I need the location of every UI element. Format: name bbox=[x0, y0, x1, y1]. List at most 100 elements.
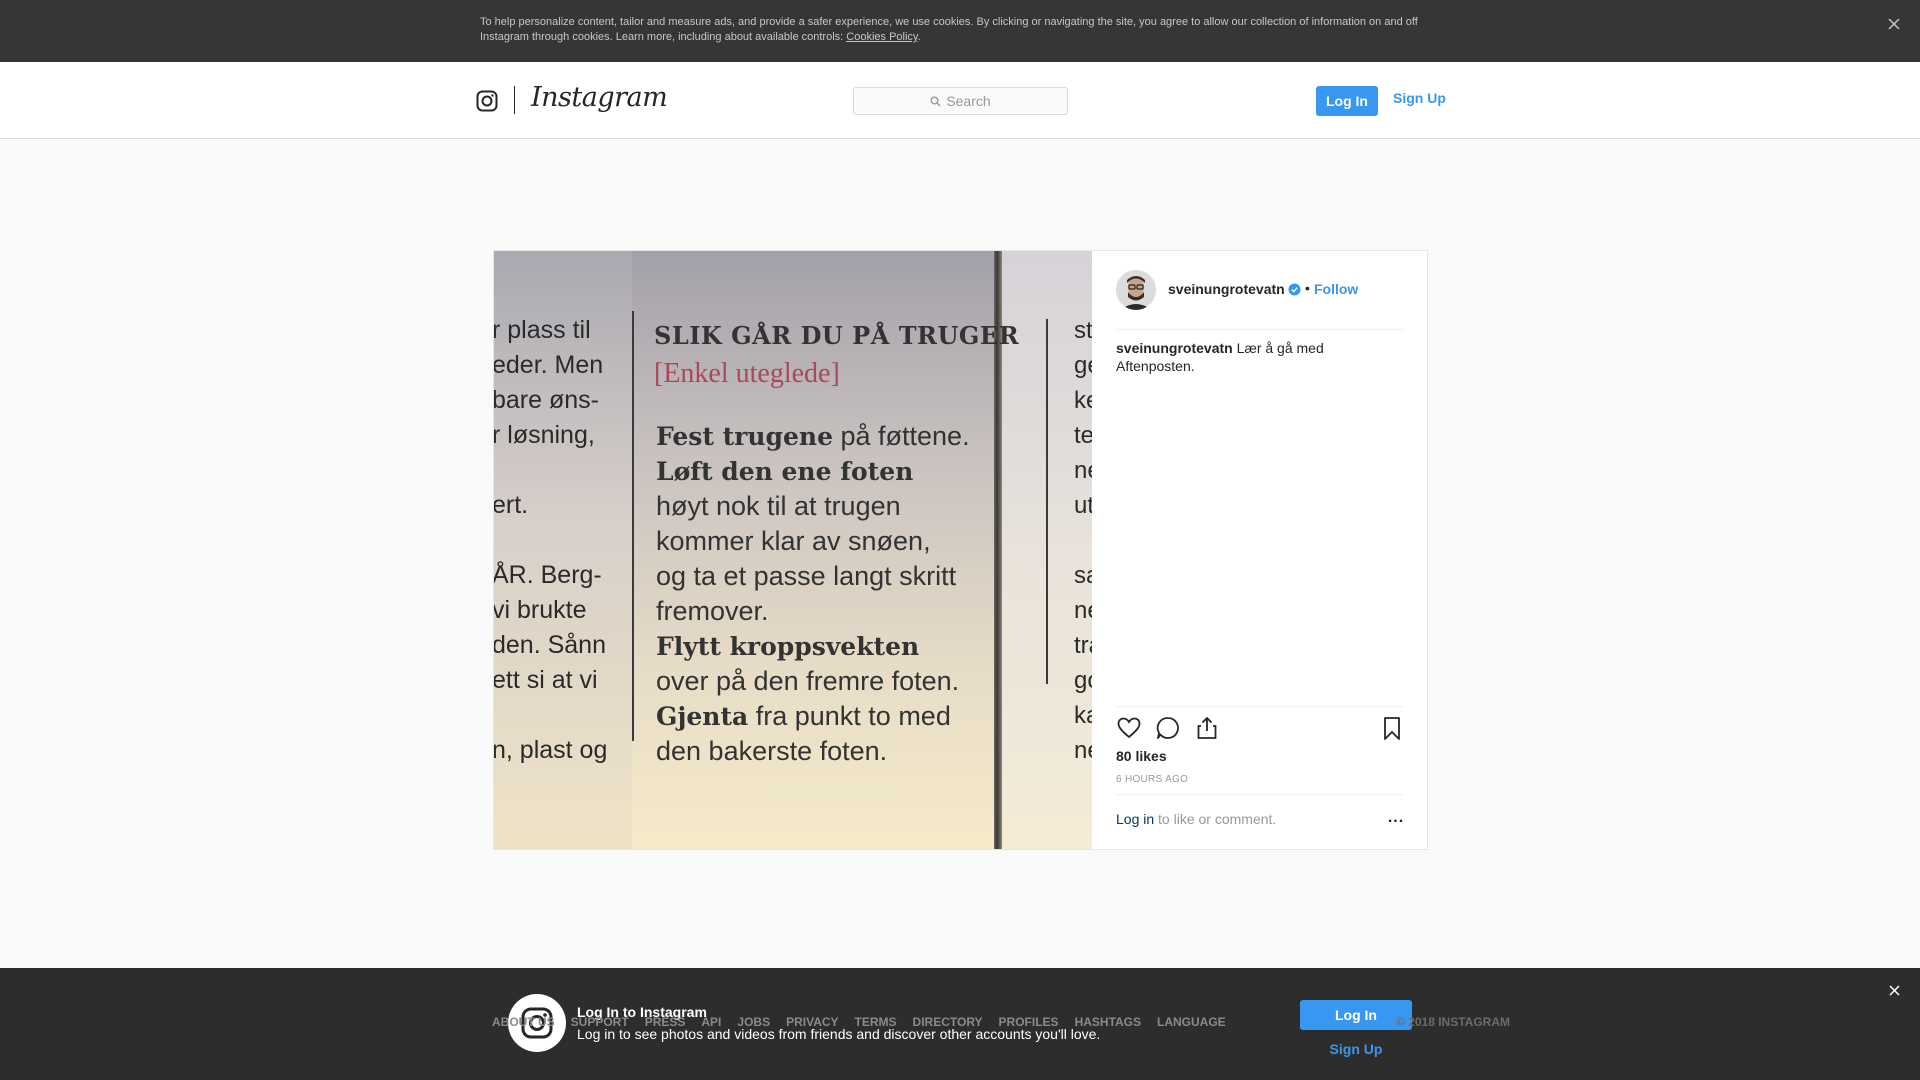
photo-left-line: den. Sånn bbox=[494, 631, 606, 659]
separator-dot: • bbox=[1305, 280, 1310, 296]
comment-icon[interactable] bbox=[1155, 715, 1181, 741]
footer-link[interactable]: PROFILES bbox=[999, 1015, 1059, 1029]
photo-body-bold: Løft den ene foten bbox=[656, 457, 914, 486]
post-caption: sveinungrotevatn Lær å gå med Aftenposte… bbox=[1116, 339, 1403, 375]
login-button[interactable]: Log In bbox=[1316, 86, 1378, 116]
photo-body-rest: høyt nok til at trugen bbox=[656, 491, 901, 521]
footer-link[interactable]: DIRECTORY bbox=[913, 1015, 983, 1029]
top-nav: Instagram Search Log In Sign Up bbox=[0, 62, 1920, 139]
photo-body-bold: Flytt kroppsvekten bbox=[656, 632, 920, 661]
cookie-message: To help personalize content, tailor and … bbox=[480, 16, 1418, 43]
photo-left-line: ÅR. Berg- bbox=[494, 561, 602, 589]
photo-body-rest: kommer klar av snøen, bbox=[656, 526, 931, 556]
footer-link[interactable]: SUPPORT bbox=[571, 1015, 629, 1029]
photo-right-line: ka bbox=[1074, 702, 1092, 729]
footer-link[interactable]: PRIVACY bbox=[786, 1015, 838, 1029]
photo-right-line: te bbox=[1074, 422, 1092, 449]
photo-body-line: høyt nok til at trugen bbox=[656, 489, 970, 524]
footer-link[interactable]: LANGUAGE bbox=[1157, 1015, 1226, 1029]
photo-left-line: eder. Men bbox=[494, 351, 604, 379]
photo-left-line: r løsning, bbox=[494, 421, 595, 449]
photo-right-line: ke bbox=[1074, 387, 1092, 414]
bookmark-icon[interactable] bbox=[1379, 715, 1405, 741]
photo-left-line: bare øns- bbox=[494, 386, 599, 414]
post-owner-username[interactable]: sveinungrotevatn bbox=[1168, 281, 1285, 297]
photo-body-rest: på føttene. bbox=[832, 421, 970, 451]
photo-body-rest: og ta et passe langt skritt bbox=[656, 561, 957, 591]
photo-right-line: tra bbox=[1074, 632, 1092, 659]
photo-left-line: ert. bbox=[494, 491, 529, 519]
photo-body-rest: fremover. bbox=[656, 596, 769, 626]
divider bbox=[1116, 794, 1403, 795]
cookie-banner: To help personalize content, tailor and … bbox=[0, 0, 1920, 62]
photo-body-line: den bakerste foten. bbox=[656, 734, 970, 769]
photo-body-line: kommer klar av snøen, bbox=[656, 524, 970, 559]
photo-body-bold: Gjenta bbox=[656, 702, 749, 731]
divider bbox=[1116, 329, 1403, 330]
photo-rule bbox=[632, 311, 634, 741]
login-link[interactable]: Log in bbox=[1116, 811, 1154, 827]
photo-right-line: ut bbox=[1074, 492, 1092, 519]
close-icon[interactable] bbox=[1886, 984, 1902, 1000]
close-icon[interactable] bbox=[1886, 16, 1902, 32]
photo-right-line: ne bbox=[1074, 737, 1092, 764]
post-card: r plass til eder. Men bare øns-r løsning, e… bbox=[493, 250, 1428, 850]
photo-body-rest: over på den fremre foten. bbox=[656, 666, 960, 696]
search-input[interactable]: Search bbox=[853, 87, 1068, 115]
photo-body-line: Gjenta fra punkt to med bbox=[656, 699, 970, 734]
likes-count[interactable]: 80 likes bbox=[1116, 748, 1167, 764]
footer-links: ABOUT US SUPPORT PRESS API JOBS PRIVACY TERMS D… bbox=[492, 1015, 1226, 1029]
photo-right-line: go bbox=[1074, 667, 1092, 694]
photo-right-line: ge bbox=[1074, 352, 1092, 379]
instagram-camera-icon[interactable] bbox=[476, 90, 498, 112]
cookies-policy-link[interactable]: Cookies Policy bbox=[846, 31, 917, 43]
search-icon bbox=[930, 96, 941, 106]
photo-body-line: Flytt kroppsvekten bbox=[656, 629, 970, 664]
login-prompt: Log in to like or comment. bbox=[1116, 811, 1276, 827]
footer-link[interactable]: PRESS bbox=[645, 1015, 686, 1029]
signup-link[interactable]: Sign Up bbox=[1393, 90, 1446, 106]
post-sidebar: sveinungrotevatn • Follow sveinungroteva… bbox=[1092, 251, 1427, 849]
photo-body-line: Fest trugene på føttene. bbox=[656, 419, 970, 454]
post-photo[interactable]: r plass til eder. Men bare øns-r løsning, e… bbox=[494, 251, 1092, 849]
photo-body-line: over på den fremre foten. bbox=[656, 664, 970, 699]
photo-heading: SLIK GÅR DU PÅ TRUGER bbox=[654, 321, 1020, 350]
photo-right-line: sa bbox=[1074, 562, 1092, 589]
footer-link[interactable]: TERMS bbox=[855, 1015, 897, 1029]
follow-button[interactable]: Follow bbox=[1314, 281, 1358, 297]
cookie-text: To help personalize content, tailor and … bbox=[480, 15, 1440, 45]
nav-divider bbox=[514, 86, 515, 114]
footer-link[interactable]: ABOUT US bbox=[492, 1015, 555, 1029]
footer-link[interactable]: API bbox=[701, 1015, 721, 1029]
footer-link[interactable]: JOBS bbox=[737, 1015, 770, 1029]
photo-body-rest: fra punkt to med bbox=[748, 701, 951, 731]
photo-left-line: n, plast og bbox=[494, 736, 608, 764]
photo-left-line: vi brukte bbox=[494, 596, 587, 624]
divider bbox=[1116, 706, 1403, 707]
photo-body-line: Løft den ene foten bbox=[656, 454, 970, 489]
photo-left-line: r plass til bbox=[494, 316, 591, 344]
more-options-icon[interactable]: ... bbox=[1386, 809, 1406, 829]
banner-signup-link[interactable]: Sign Up bbox=[1300, 1041, 1412, 1057]
footer-link[interactable]: HASHTAGS bbox=[1075, 1015, 1141, 1029]
caption-username[interactable]: sveinungrotevatn bbox=[1116, 340, 1233, 356]
post-timestamp: 6 HOURS AGO bbox=[1116, 774, 1189, 785]
heart-icon[interactable] bbox=[1116, 715, 1142, 741]
photo-body-line: fremover. bbox=[656, 594, 970, 629]
footer-copyright: © 2018 INSTAGRAM bbox=[1396, 1015, 1510, 1029]
photo-body-text: Fest trugene på føttene. Løft den ene fot… bbox=[656, 419, 970, 769]
share-icon[interactable] bbox=[1194, 715, 1220, 741]
photo-right-line: ne bbox=[1074, 457, 1092, 484]
cookie-suffix: . bbox=[917, 31, 921, 43]
photo-subheading: [Enkel uteglede] bbox=[654, 358, 840, 389]
login-prompt-text: to like or comment. bbox=[1154, 811, 1277, 827]
photo-right-line: st bbox=[1074, 317, 1092, 344]
photo-body-bold: Fest trugene bbox=[656, 422, 833, 451]
instagram-wordmark[interactable]: Instagram bbox=[531, 82, 668, 113]
search-placeholder: Search bbox=[946, 93, 991, 109]
photo-rule bbox=[1046, 319, 1048, 684]
photo-body-rest: den bakerste foten. bbox=[656, 736, 888, 766]
photo-left-line: ett si at vi bbox=[494, 666, 598, 694]
photo-right-line: ne bbox=[1074, 597, 1092, 624]
avatar[interactable] bbox=[1116, 270, 1156, 310]
